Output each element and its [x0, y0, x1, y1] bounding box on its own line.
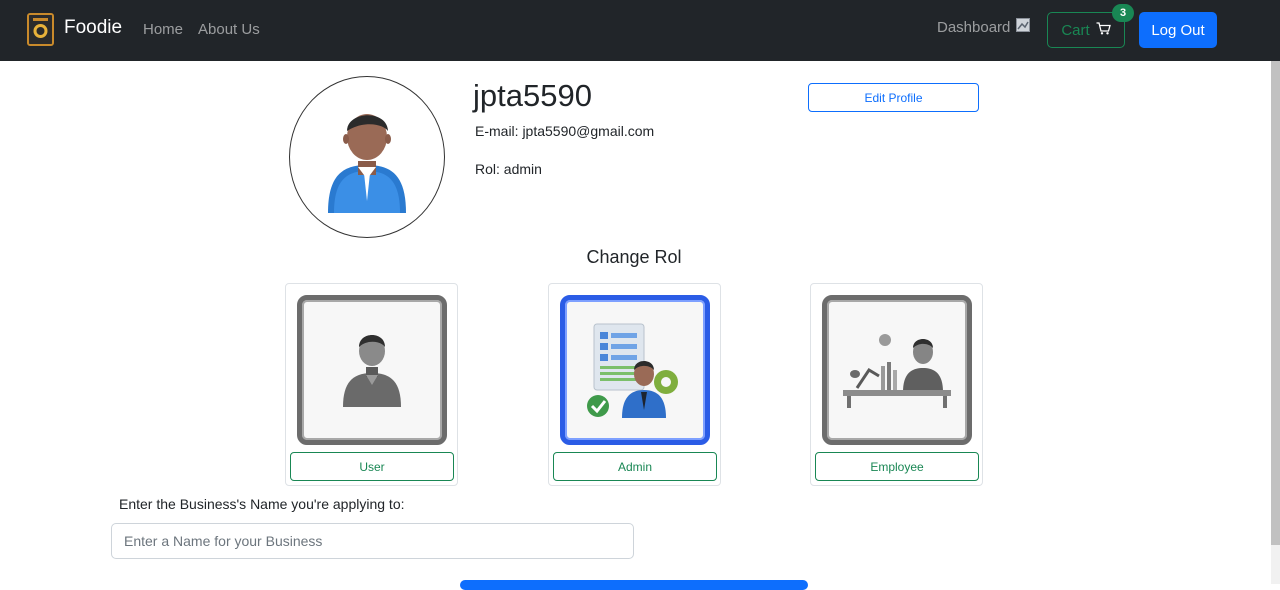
employee-role-image: [822, 295, 972, 445]
brand-logo-icon[interactable]: [27, 13, 54, 46]
profile-role: Rol: admin: [475, 161, 542, 177]
business-name-label: Enter the Business's Name you're applyin…: [119, 496, 405, 512]
user-avatar-icon: [328, 114, 406, 213]
change-rol-title: Change Rol: [586, 247, 682, 267]
employee-role-icon: [843, 334, 951, 408]
dashboard-label: Dashboard: [937, 18, 1011, 36]
brand-name[interactable]: Foodie: [64, 17, 122, 39]
role-card-employee[interactable]: Employee: [810, 283, 983, 486]
cart-icon: [1096, 21, 1111, 39]
submit-button[interactable]: [460, 580, 808, 590]
broken-image-icon: [1016, 18, 1031, 36]
role-button-admin[interactable]: Admin: [553, 452, 717, 481]
profile-username: jpta5590: [473, 78, 592, 113]
scrollbar-thumb[interactable]: [1271, 61, 1280, 545]
cart-label: Cart: [1061, 21, 1090, 39]
nav-link-about-us[interactable]: About Us: [198, 21, 260, 38]
nav-link-home[interactable]: Home: [143, 21, 183, 38]
nav-link-dashboard[interactable]: Dashboard: [937, 18, 1031, 36]
business-name-input[interactable]: [111, 523, 634, 559]
role-button-user[interactable]: User: [290, 452, 454, 481]
admin-role-icon: [587, 323, 678, 418]
role-button-employee[interactable]: Employee: [815, 452, 979, 481]
user-role-icon: [343, 335, 401, 407]
navbar: Foodie Home About Us Dashboard Cart 3 Lo…: [0, 0, 1280, 61]
user-role-image: [297, 295, 447, 445]
admin-role-image: [560, 295, 710, 445]
profile-email: E-mail: jpta5590@gmail.com: [475, 123, 655, 139]
role-card-admin[interactable]: Admin: [548, 283, 721, 486]
cart-count-badge: 3: [1112, 4, 1134, 22]
role-card-user[interactable]: User: [285, 283, 458, 486]
logout-button[interactable]: Log Out: [1139, 12, 1217, 48]
avatar: [289, 76, 445, 238]
scrollbar-track[interactable]: [1271, 545, 1280, 584]
edit-profile-button[interactable]: Edit Profile: [808, 83, 979, 112]
